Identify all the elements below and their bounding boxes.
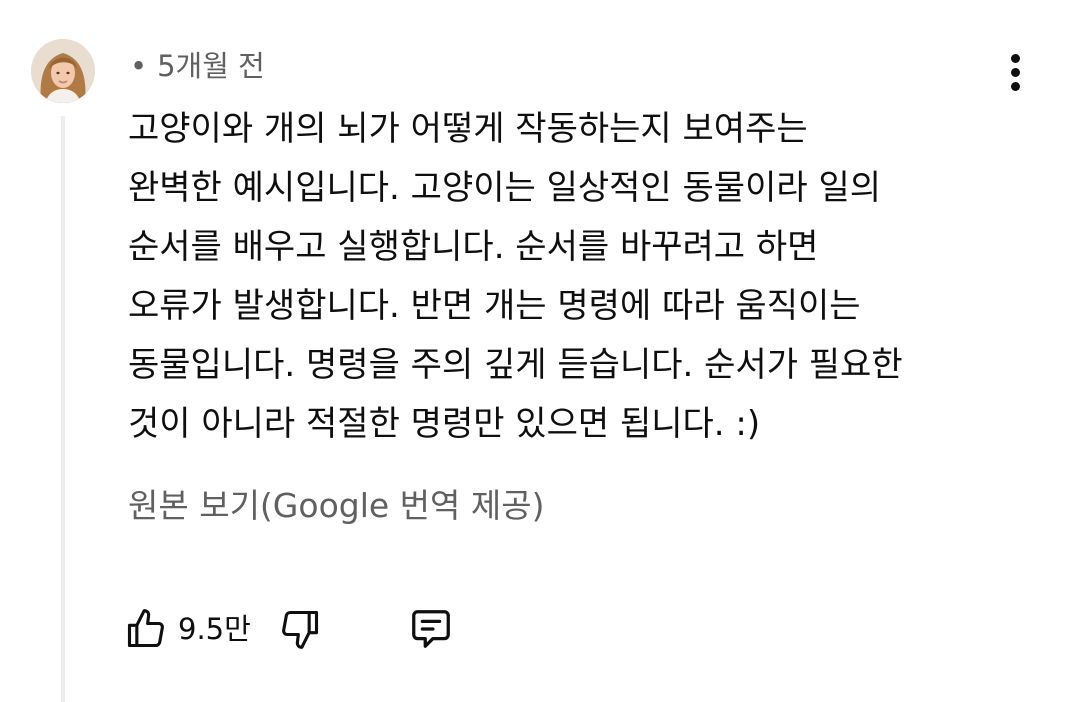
more-vertical-icon[interactable] — [996, 48, 1036, 96]
reply-comment-icon — [412, 610, 450, 648]
comment-text-line: 순서를 배우고 실행합니다. 순서를 바꾸려고 하면 — [128, 227, 819, 267]
meta-dot: • — [130, 49, 148, 83]
avatar[interactable] — [31, 39, 95, 103]
comment-time: 5개월 전 — [157, 49, 265, 83]
comment-text-line: 오류가 발생합니다. 반면 개는 명령에 따라 움직이는 — [128, 286, 861, 326]
thumbs-down-icon — [282, 610, 319, 649]
comment-text: 고양이와 개의 뇌가 어떻게 작동하는지 보여주는 완벽한 예시입니다. 고양이… — [128, 100, 1048, 454]
comment-text-line: 고양이와 개의 뇌가 어떻게 작동하는지 보여주는 — [128, 109, 808, 149]
like-button[interactable] — [124, 603, 168, 655]
like-count: 9.5만 — [178, 612, 251, 646]
view-original-link[interactable]: 원본 보기(Google 번역 제공) — [128, 481, 544, 531]
comment-text-line: 완벽한 예시입니다. 고양이는 일상적인 동물이라 일의 — [128, 168, 882, 208]
thumbs-up-icon — [127, 609, 164, 648]
comment-text-line: 것이 아니라 적절한 명령만 있으면 됩니다. :) — [128, 404, 761, 444]
thread-line — [61, 116, 65, 702]
user-avatar-icon — [31, 39, 95, 103]
reply-button[interactable] — [408, 603, 454, 655]
comment-text-line: 동물입니다. 명령을 주의 깊게 듣습니다. 순서가 필요한 — [128, 345, 903, 385]
comment-item: • 5개월 전 고양이와 개의 뇌가 어떻게 작동하는지 보여주는 완벽한 예시입… — [0, 0, 1080, 702]
dislike-button[interactable] — [278, 603, 322, 655]
comment-meta: • 5개월 전 — [130, 46, 265, 86]
